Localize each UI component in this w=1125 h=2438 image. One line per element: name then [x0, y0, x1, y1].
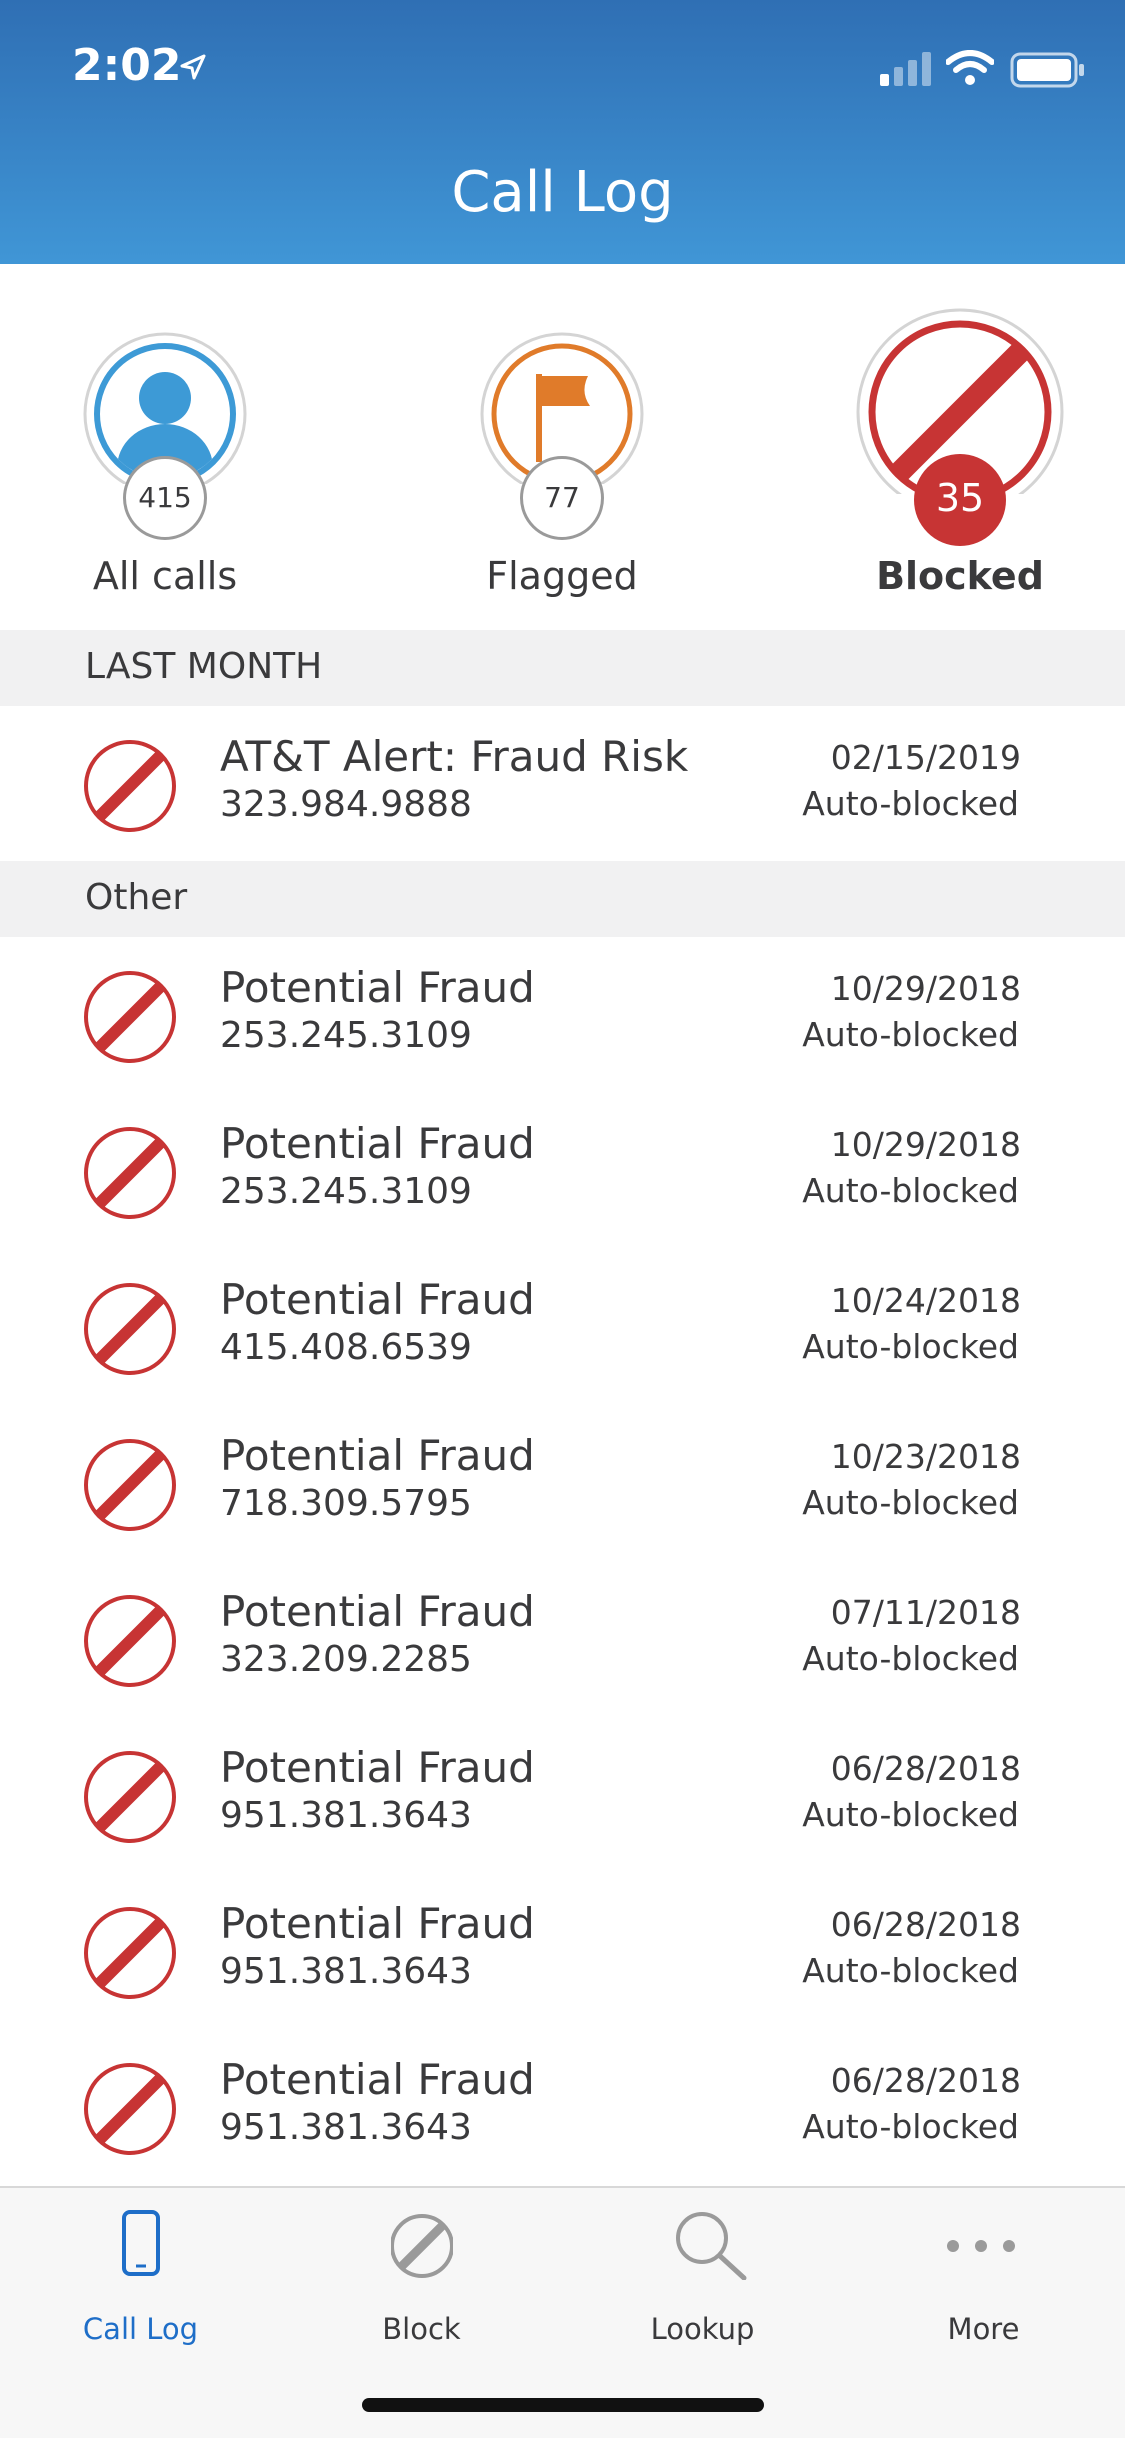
filter-flagged[interactable]: 77 Flagged: [412, 264, 712, 630]
caller-phone: 323.209.2285: [220, 1639, 472, 1680]
filter-all-calls[interactable]: 415 All calls: [15, 264, 315, 630]
blocked-call-icon: [84, 1283, 176, 1375]
caller-name: Potential Fraud: [220, 2055, 535, 2104]
call-date: 07/11/2018: [830, 1593, 1021, 1632]
call-status: Auto-blocked: [802, 1639, 1019, 1678]
header-bar: 2:02 Call Log: [0, 0, 1125, 264]
filter-blocked-label: Blocked: [876, 554, 1044, 598]
call-status: Auto-blocked: [802, 1327, 1019, 1366]
call-row[interactable]: AT&T Alert: Fraud Risk 323.984.9888 02/1…: [0, 706, 1125, 862]
section-header-other: Other: [0, 861, 1125, 937]
blocked-call-icon: [84, 1751, 176, 1843]
wifi-icon: [946, 50, 994, 85]
all-calls-count: 415: [123, 456, 207, 540]
call-row[interactable]: Potential Fraud 951.381.3643 06/28/2018 …: [0, 1873, 1125, 2029]
blocked-call-icon: [84, 1907, 176, 1999]
tab-block-label: Block: [382, 2312, 461, 2346]
blocked-call-icon: [84, 740, 176, 832]
blocked-count: 35: [914, 454, 1006, 546]
call-date: 10/29/2018: [830, 1125, 1021, 1164]
battery-icon: [1010, 52, 1084, 88]
flagged-count: 77: [520, 456, 604, 540]
tab-block[interactable]: Block: [281, 2188, 562, 2358]
call-date: 06/28/2018: [830, 1905, 1021, 1944]
home-indicator[interactable]: [362, 2398, 764, 2412]
block-icon: [391, 2214, 453, 2278]
call-row[interactable]: Potential Fraud 253.245.3109 10/29/2018 …: [0, 937, 1125, 1093]
call-row[interactable]: Potential Fraud 415.408.6539 10/24/2018 …: [0, 1249, 1125, 1405]
caller-phone: 323.984.9888: [220, 784, 472, 825]
filter-blocked[interactable]: 35 Blocked: [810, 264, 1110, 630]
caller-name: Potential Fraud: [220, 1587, 535, 1636]
caller-phone: 253.245.3109: [220, 1171, 472, 1212]
blocked-call-icon: [84, 1439, 176, 1531]
status-time: 2:02: [72, 40, 182, 91]
section-header-last-month: LAST MONTH: [0, 630, 1125, 706]
call-date: 06/28/2018: [830, 2061, 1021, 2100]
caller-name: Potential Fraud: [220, 1431, 535, 1480]
call-filter-bar: 415 All calls 77 Flagged 35 Blocked: [0, 264, 1125, 630]
tab-call-log[interactable]: Call Log: [0, 2188, 281, 2358]
call-date: 10/29/2018: [830, 969, 1021, 1008]
call-status: Auto-blocked: [802, 1483, 1019, 1522]
call-row[interactable]: Potential Fraud 718.309.5795 10/23/2018 …: [0, 1405, 1125, 1561]
cellular-signal-icon: [880, 52, 931, 86]
caller-name: Potential Fraud: [220, 963, 535, 1012]
blocked-call-icon: [84, 971, 176, 1063]
blocked-call-icon: [84, 2063, 176, 2155]
caller-phone: 951.381.3643: [220, 2107, 472, 2148]
caller-name: Potential Fraud: [220, 1899, 535, 1948]
call-status: Auto-blocked: [802, 1171, 1019, 1210]
call-row[interactable]: Potential Fraud 951.381.3643 06/28/2018 …: [0, 1717, 1125, 1873]
call-status: Auto-blocked: [802, 784, 1019, 823]
call-date: 10/23/2018: [830, 1437, 1021, 1476]
blocked-call-icon: [84, 1595, 176, 1687]
call-status: Auto-blocked: [802, 1015, 1019, 1054]
section-title: LAST MONTH: [85, 646, 323, 687]
flag-icon: [480, 332, 644, 484]
caller-phone: 415.408.6539: [220, 1327, 472, 1368]
tab-more-label: More: [947, 2312, 1020, 2346]
caller-name: Potential Fraud: [220, 1743, 535, 1792]
call-date: 02/15/2019: [830, 738, 1021, 777]
page-title: Call Log: [451, 160, 674, 225]
tab-call-log-label: Call Log: [82, 2312, 199, 2346]
call-date: 10/24/2018: [830, 1281, 1021, 1320]
caller-phone: 951.381.3643: [220, 1795, 472, 1836]
call-status: Auto-blocked: [802, 1795, 1019, 1834]
caller-name: Potential Fraud: [220, 1119, 535, 1168]
caller-phone: 718.309.5795: [220, 1483, 472, 1524]
call-date: 06/28/2018: [830, 1749, 1021, 1788]
caller-name: AT&T Alert: Fraud Risk: [220, 732, 689, 781]
person-icon: [83, 332, 247, 484]
location-arrow-icon: [180, 54, 206, 80]
call-row[interactable]: Potential Fraud 951.381.3643 06/28/2018 …: [0, 2029, 1125, 2185]
filter-all-calls-label: All calls: [92, 554, 238, 598]
tab-more[interactable]: More: [843, 2188, 1124, 2358]
caller-name: Potential Fraud: [220, 1275, 535, 1324]
call-row[interactable]: Potential Fraud 253.245.3109 10/29/2018 …: [0, 1093, 1125, 1249]
section-title: Other: [85, 877, 188, 918]
tab-lookup-label: Lookup: [650, 2312, 755, 2346]
caller-phone: 951.381.3643: [220, 1951, 472, 1992]
tab-lookup[interactable]: Lookup: [562, 2188, 843, 2358]
call-status: Auto-blocked: [802, 1951, 1019, 1990]
caller-phone: 253.245.3109: [220, 1015, 472, 1056]
blocked-call-icon: [84, 1127, 176, 1219]
phone-icon: [122, 2210, 160, 2276]
filter-flagged-label: Flagged: [486, 554, 638, 598]
call-status: Auto-blocked: [802, 2107, 1019, 2146]
call-row[interactable]: Potential Fraud 323.209.2285 07/11/2018 …: [0, 1561, 1125, 1717]
search-icon: [676, 2212, 747, 2280]
more-icon: [947, 2240, 1015, 2252]
